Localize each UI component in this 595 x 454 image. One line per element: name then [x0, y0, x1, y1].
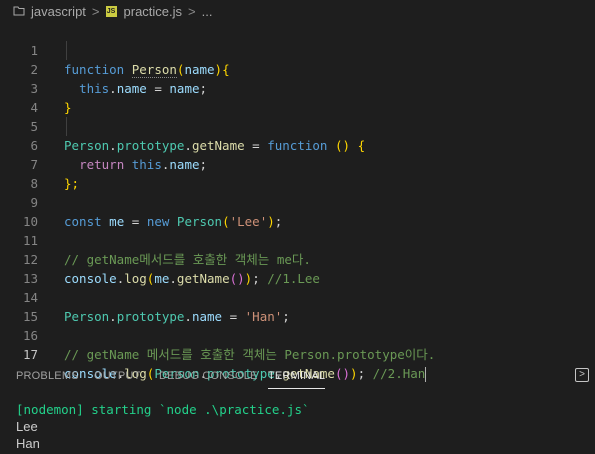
terminal-line: Han	[16, 436, 40, 451]
tab-problems[interactable]: PROBLEMS	[16, 362, 79, 392]
code-line-6: 6 return this.name;	[0, 117, 595, 172]
breadcrumb-symbols[interactable]: ...	[202, 4, 213, 19]
terminal-output[interactable]: [nodemon] starting `node .\practice.js` …	[16, 401, 586, 452]
code-line-11: 11 // getName메서드를 호출한 객체는 me다.	[0, 212, 595, 267]
code-editor[interactable]: 1 function Person(name){ 2 this.name = n…	[0, 22, 595, 382]
breadcrumb-folder[interactable]: javascript	[31, 4, 86, 19]
code-line-16: 16 // getName 메서드를 호출한 객체는 Person.protot…	[0, 307, 595, 362]
tab-terminal[interactable]: TERMINAL	[268, 362, 326, 389]
code-line-4: 4	[0, 79, 595, 115]
breadcrumb-file[interactable]: practice.js	[124, 4, 183, 19]
tab-output[interactable]: OUTPUT	[94, 362, 140, 392]
code-line-15: 15	[0, 288, 595, 324]
js-file-icon: JS	[105, 5, 117, 17]
tab-debug-console[interactable]: DEBUG CONSOLE	[159, 362, 258, 392]
chevron-right-icon: >	[188, 3, 196, 19]
code-line-3: 3 }	[0, 60, 595, 115]
terminal-line: [nodemon] starting `node .\practice.js`	[16, 402, 310, 417]
terminal-line: Lee	[16, 419, 38, 434]
code-line-13: 13	[0, 250, 595, 286]
code-line-1: 1 function Person(name){	[0, 22, 595, 78]
code-line-17: 17 console.log(Person.prototype.getName(…	[0, 326, 595, 382]
code-line-10: 10	[0, 193, 595, 229]
code-line-7: 7 };	[0, 136, 595, 191]
maximize-panel-icon[interactable]: >	[575, 368, 589, 382]
code-line-5: 5 Person.prototype.getName = function ()…	[0, 98, 595, 153]
breadcrumb: javascript > JS practice.js > ...	[0, 0, 595, 22]
code-line-12: 12 console.log(me.getName()); //1.Lee	[0, 231, 595, 286]
panel-tabs: PROBLEMS OUTPUT DEBUG CONSOLE TERMINAL >	[0, 362, 595, 392]
chevron-right-icon: >	[91, 3, 100, 19]
code-line-2: 2 this.name = name;	[0, 41, 595, 96]
token: // getName 메서드를 호출한 객체는 Person.prototype…	[64, 347, 436, 362]
folder-icon	[13, 5, 25, 17]
code-line-14: 14 Person.prototype.name = 'Han';	[0, 269, 595, 324]
code-line-9: 9 const me = new Person('Lee');	[0, 174, 595, 229]
code-line-8: 8	[0, 155, 595, 191]
